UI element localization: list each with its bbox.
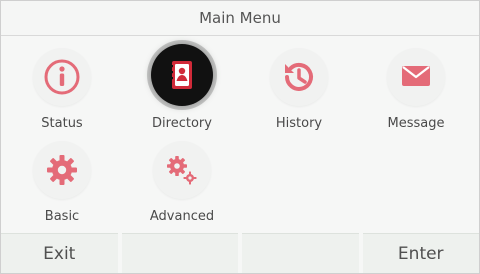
menu-label-status: Status: [41, 116, 83, 131]
menu-item-advanced[interactable]: Advanced: [127, 141, 237, 237]
softkey-2[interactable]: [121, 233, 238, 273]
menu-label-message: Message: [387, 116, 445, 131]
gear-icon: [47, 155, 77, 185]
gears-icon: [167, 156, 197, 185]
phone-screen: Main Menu Status Directory History Messa…: [0, 0, 480, 274]
title-bar: Main Menu: [1, 1, 479, 36]
softkey-bar: Exit Enter: [1, 233, 479, 273]
menu-label-history: History: [275, 116, 323, 131]
softkey-3[interactable]: [242, 233, 359, 273]
menu-item-message[interactable]: Message: [361, 48, 471, 144]
basic-icon-wrap: [33, 141, 91, 199]
menu-label-basic: Basic: [44, 209, 80, 224]
info-icon: [44, 59, 80, 95]
softkey-exit[interactable]: Exit: [1, 233, 118, 273]
menu-item-directory[interactable]: Directory: [127, 44, 237, 140]
directory-icon-wrap: [151, 44, 213, 106]
advanced-icon-wrap: [153, 141, 211, 199]
message-icon-wrap: [387, 48, 445, 106]
menu-item-status[interactable]: Status: [7, 48, 117, 144]
menu-label-directory: Directory: [152, 116, 212, 131]
history-icon-wrap: [270, 48, 328, 106]
softkey-enter[interactable]: Enter: [362, 233, 479, 273]
history-icon: [285, 62, 313, 91]
menu-label-advanced: Advanced: [149, 209, 215, 224]
message-icon: [402, 66, 430, 86]
directory-icon: [170, 61, 192, 89]
status-icon-wrap: [33, 48, 91, 106]
menu-item-history[interactable]: History: [244, 48, 354, 144]
page-title: Main Menu: [199, 9, 281, 27]
menu-item-basic[interactable]: Basic: [7, 141, 117, 237]
